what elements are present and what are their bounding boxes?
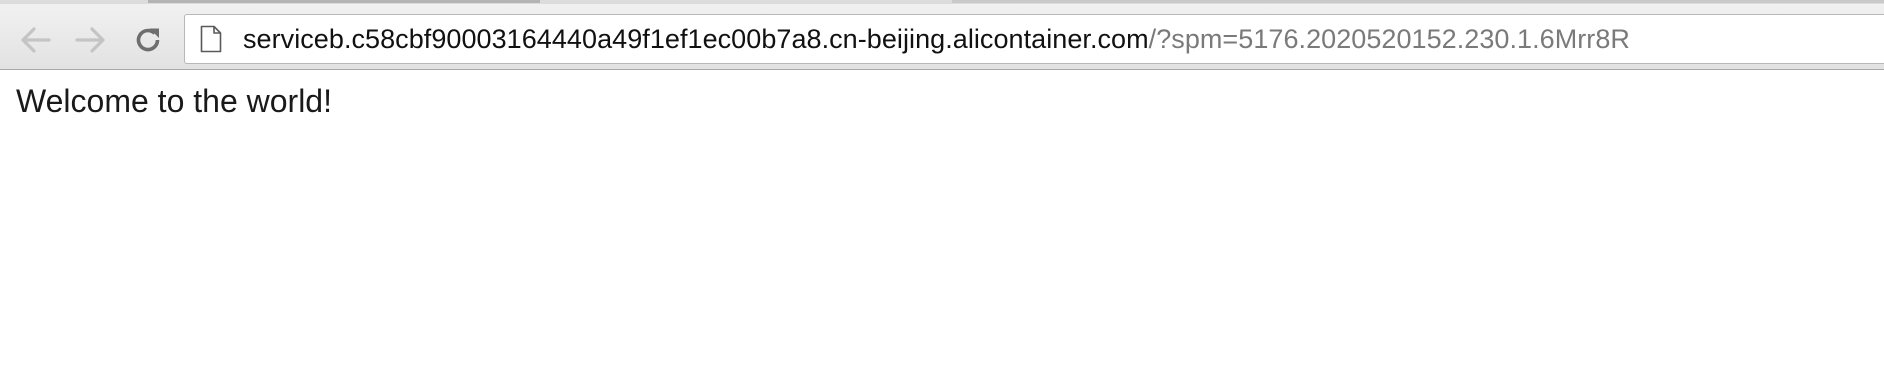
browser-toolbar: serviceb.c58cbf90003164440a49f1ef1ec00b7… xyxy=(0,4,1884,70)
inactive-tab-edge[interactable] xyxy=(952,0,1884,3)
url-path-query: /?spm=5176.2020520152.230.1.6Mrr8R xyxy=(1148,23,1630,54)
welcome-text: Welcome to the world! xyxy=(16,83,332,119)
url-text[interactable]: serviceb.c58cbf90003164440a49f1ef1ec00b7… xyxy=(243,24,1630,55)
reload-button[interactable] xyxy=(128,20,168,60)
reload-icon xyxy=(136,28,160,52)
arrow-left-icon xyxy=(21,27,51,53)
back-button[interactable] xyxy=(16,20,56,60)
url-host: serviceb.c58cbf90003164440a49f1ef1ec00b7… xyxy=(243,23,1149,54)
page-icon xyxy=(199,25,223,53)
arrow-right-icon xyxy=(75,27,105,53)
active-tab-edge[interactable] xyxy=(148,0,540,3)
forward-button[interactable] xyxy=(70,20,110,60)
browser-window: serviceb.c58cbf90003164440a49f1ef1ec00b7… xyxy=(0,0,1884,368)
page-content: Welcome to the world! xyxy=(0,71,1884,368)
address-bar[interactable]: serviceb.c58cbf90003164440a49f1ef1ec00b7… xyxy=(184,14,1884,64)
